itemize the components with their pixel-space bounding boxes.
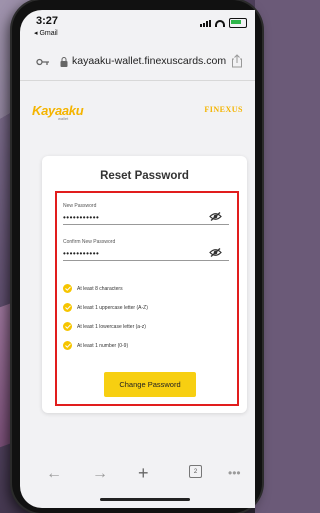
confirm-password-input[interactable]: •••••••••••	[63, 249, 99, 258]
lock-icon	[60, 57, 68, 67]
requirement-item: At least 1 lowercase letter (a-z)	[63, 322, 146, 331]
check-icon	[63, 322, 72, 331]
arrow-left-icon[interactable]: ←	[46, 465, 62, 483]
wifi-icon	[215, 19, 225, 27]
address-bar[interactable]: kayaaku-wallet.finexuscards.com	[20, 50, 255, 74]
requirement-label: At least 1 lowercase letter (a-z)	[77, 323, 146, 330]
share-icon[interactable]	[231, 54, 243, 68]
hide-password-icon[interactable]	[209, 212, 222, 221]
tabs-count-button[interactable]: 2	[189, 465, 202, 478]
key-icon[interactable]	[36, 57, 50, 67]
requirement-label: At least 1 uppercase letter (A-Z)	[77, 304, 148, 311]
hide-confirm-password-icon[interactable]	[209, 248, 222, 257]
back-to-app-link[interactable]: ◂ Gmail	[34, 29, 58, 37]
signal-icon	[200, 19, 211, 27]
check-icon	[63, 284, 72, 293]
battery-icon	[229, 18, 247, 28]
phone-screen: 3:27 ◂ Gmail kayaaku-wallet.finexuscards…	[20, 10, 255, 508]
new-password-underline	[63, 224, 229, 225]
plus-icon[interactable]: +	[138, 463, 149, 484]
highlight-box: New Password ••••••••••• Confirm New Pas…	[55, 191, 239, 406]
status-icons	[200, 18, 247, 28]
requirement-item: At least 8 characters	[63, 284, 123, 293]
check-icon	[63, 303, 72, 312]
requirement-item: At least 1 uppercase letter (A-Z)	[63, 303, 148, 312]
status-bar: 3:27 ◂ Gmail	[20, 10, 255, 46]
finexus-logo: FINEXUS	[204, 105, 243, 114]
confirm-password-label: Confirm New Password	[63, 239, 116, 245]
requirement-label: At least 8 characters	[77, 285, 123, 292]
more-icon[interactable]: •••	[228, 466, 241, 480]
status-time: 3:27	[36, 15, 59, 27]
home-indicator	[100, 498, 190, 501]
brand-header: Kayaaku wallet FINEXUS	[20, 99, 255, 127]
requirement-item: At least 1 number (0-9)	[63, 341, 128, 350]
kayaaku-logo-sub: wallet	[58, 116, 69, 121]
change-password-button[interactable]: Change Password	[104, 372, 196, 397]
confirm-password-underline	[63, 260, 229, 261]
web-page: Kayaaku wallet FINEXUS Reset Password Ne…	[20, 81, 255, 456]
check-icon	[63, 341, 72, 350]
url-text[interactable]: kayaaku-wallet.finexuscards.com	[72, 55, 226, 67]
new-password-input[interactable]: •••••••••••	[63, 213, 99, 222]
page-title: Reset Password	[100, 170, 189, 182]
browser-toolbar: ← → + 2 •••	[20, 458, 255, 488]
arrow-right-icon[interactable]: →	[92, 465, 108, 483]
new-password-label: New Password	[63, 203, 97, 209]
requirement-label: At least 1 number (0-9)	[77, 342, 129, 349]
reset-password-card: Reset Password New Password ••••••••••• …	[42, 156, 247, 413]
